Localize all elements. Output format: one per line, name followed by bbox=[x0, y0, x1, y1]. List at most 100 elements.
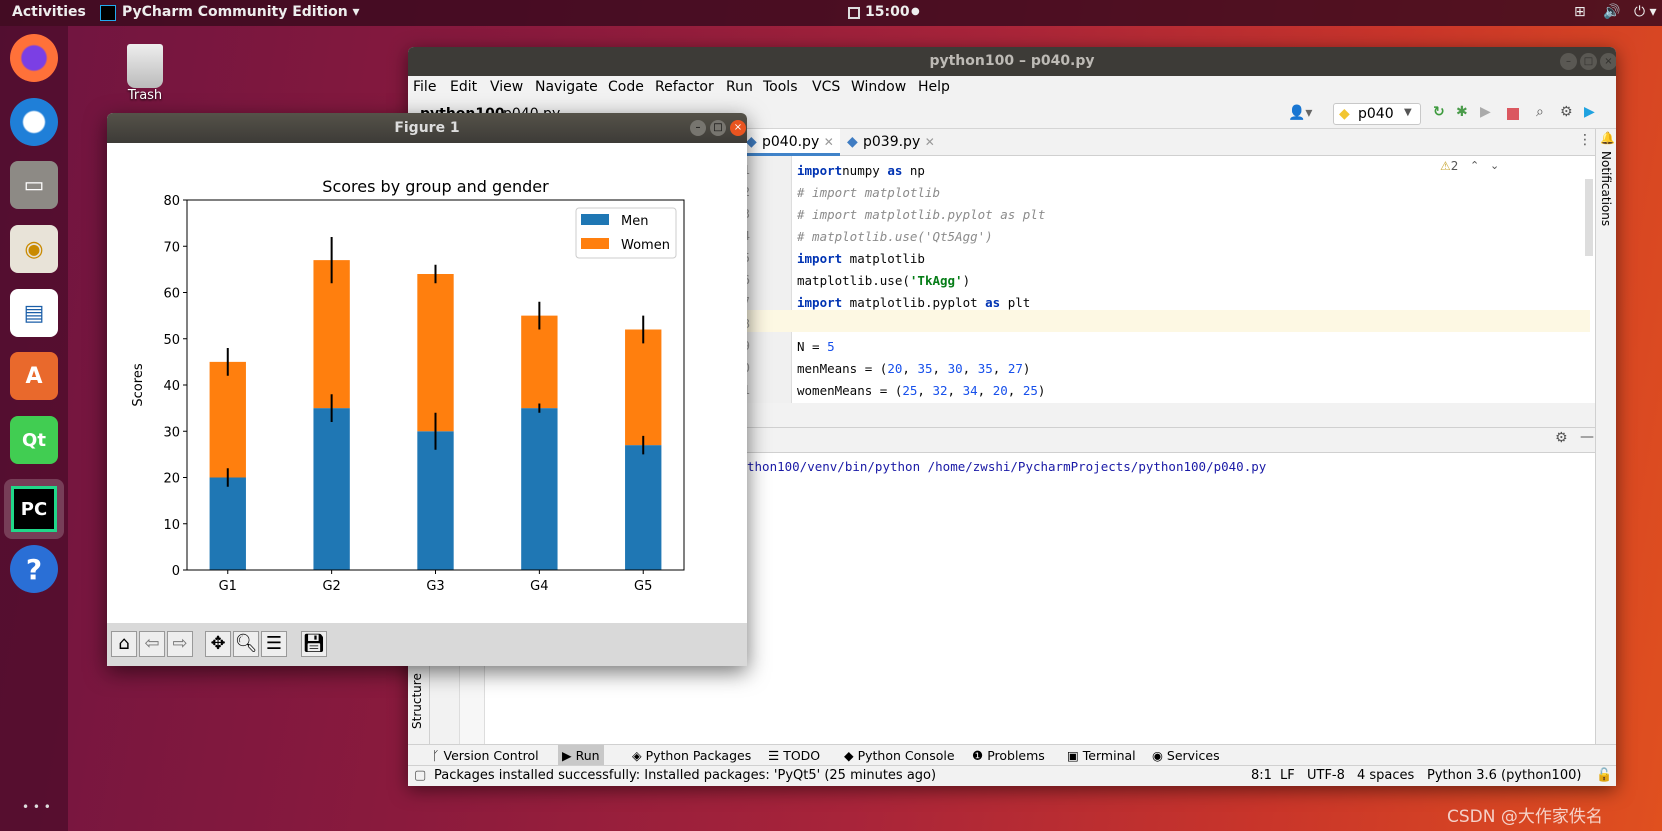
code-token: 25 bbox=[1022, 383, 1038, 398]
notifications-bell-icon[interactable]: 🔔 bbox=[1600, 131, 1615, 145]
dock: ▭ ◉ ▤ A Qt PC ? • • • bbox=[0, 26, 68, 831]
menu-vcs[interactable]: VCS bbox=[812, 79, 840, 95]
menu-view[interactable]: View bbox=[490, 79, 523, 95]
status-toggle-icon[interactable]: ▢ bbox=[414, 768, 426, 783]
tab-p039[interactable]: ◆ p039.py ✕ bbox=[843, 129, 941, 156]
hide-panel-icon[interactable]: — bbox=[1580, 429, 1594, 445]
menu-run[interactable]: Run bbox=[726, 79, 753, 95]
clock[interactable]: 15:00 bbox=[865, 4, 910, 20]
caret-position[interactable]: 8:1 bbox=[1251, 768, 1272, 783]
code-token: 35 bbox=[917, 361, 933, 376]
menu-window[interactable]: Window bbox=[851, 79, 906, 95]
firefox-icon[interactable] bbox=[10, 34, 58, 82]
x-tick-label: G5 bbox=[634, 579, 652, 594]
menu-help[interactable]: Help bbox=[918, 79, 950, 95]
status-message[interactable]: Packages installed successfully: Install… bbox=[434, 768, 936, 783]
maximize-button[interactable]: □ bbox=[710, 120, 726, 136]
interpreter-selector[interactable]: Python 3.6 (python100) bbox=[1427, 768, 1581, 783]
next-highlight-icon[interactable]: ⌄ bbox=[1490, 159, 1499, 172]
file-encoding[interactable]: UTF-8 bbox=[1307, 768, 1345, 783]
rerun-icon[interactable]: ↻ bbox=[1433, 104, 1445, 120]
power-icon[interactable]: ⏻ ▾ bbox=[1634, 4, 1657, 20]
close-tab-icon[interactable]: ✕ bbox=[824, 135, 834, 149]
tool-run[interactable]: ▶ Run bbox=[558, 745, 604, 766]
qt-creator-icon[interactable]: Qt bbox=[10, 416, 58, 464]
ubuntu-software-icon[interactable]: A bbox=[10, 352, 58, 400]
close-button[interactable]: × bbox=[1600, 53, 1616, 70]
libreoffice-impress-icon[interactable]: ▤ bbox=[10, 289, 58, 337]
menu-navigate[interactable]: Navigate bbox=[535, 79, 598, 95]
files-icon[interactable]: ▭ bbox=[10, 161, 58, 209]
tool-version-control[interactable]: ᚴ Version Control bbox=[428, 745, 543, 766]
search-icon[interactable]: ⌕ bbox=[1536, 104, 1544, 120]
stop-icon[interactable] bbox=[1507, 108, 1519, 120]
volume-icon[interactable]: 🔊 bbox=[1603, 4, 1620, 20]
close-button[interactable]: × bbox=[730, 120, 746, 136]
code-line: import matplotlib bbox=[797, 248, 925, 270]
pan-icon[interactable]: ✥ bbox=[205, 631, 231, 657]
network-icon[interactable]: ⊞ bbox=[1574, 4, 1586, 20]
run-config-select[interactable]: ◆ p040 ▼ bbox=[1333, 103, 1421, 125]
app-menu[interactable]: PyCharm Community Edition ▾ bbox=[122, 4, 360, 20]
forward-icon[interactable]: ⇨ bbox=[167, 631, 193, 657]
help-icon[interactable]: ? bbox=[10, 545, 58, 593]
thunderbird-icon[interactable] bbox=[10, 98, 58, 146]
menu-edit[interactable]: Edit bbox=[450, 79, 477, 95]
menu-code[interactable]: Code bbox=[608, 79, 644, 95]
line-separator[interactable]: LF bbox=[1280, 768, 1295, 783]
tool-problems[interactable]: ❶ Problems bbox=[968, 745, 1049, 766]
menu-refactor[interactable]: Refactor bbox=[655, 79, 714, 95]
tool-python-packages[interactable]: ◈ Python Packages bbox=[628, 745, 755, 766]
home-icon[interactable]: ⌂ bbox=[111, 631, 137, 657]
code-token: ) bbox=[962, 273, 971, 288]
y-tick-label: 50 bbox=[163, 333, 180, 348]
code-token: matplotlib.pyplot bbox=[842, 295, 986, 310]
warning-icon[interactable]: ⚠2 bbox=[1440, 159, 1458, 173]
activities-button[interactable]: Activities bbox=[12, 4, 86, 20]
tool-python-console[interactable]: ◆ Python Console bbox=[840, 745, 959, 766]
code-line: # matplotlib.use('Qt5Agg') bbox=[797, 226, 993, 248]
save-icon[interactable]: 💾︎ bbox=[301, 631, 327, 657]
tool-terminal[interactable]: ▣ Terminal bbox=[1063, 745, 1140, 766]
prev-highlight-icon[interactable]: ⌃ bbox=[1470, 159, 1479, 172]
tool-todo[interactable]: ☰ TODO bbox=[764, 745, 824, 766]
editor-scrollbar[interactable] bbox=[1585, 179, 1593, 256]
settings-icon[interactable]: ⚙ bbox=[1555, 430, 1568, 446]
code-token: , bbox=[1007, 383, 1023, 398]
maximize-button[interactable]: □ bbox=[1580, 53, 1597, 70]
structure-tool-button[interactable]: Structure bbox=[410, 673, 424, 729]
tab-p040[interactable]: ◆ p040.py ✕ bbox=[742, 129, 840, 156]
trash-desktop-item[interactable]: Trash bbox=[110, 44, 180, 103]
jetbrains-toolbox-icon[interactable]: ▶ bbox=[1584, 104, 1595, 120]
chart-title: Scores by group and gender bbox=[322, 177, 549, 196]
indent-setting[interactable]: 4 spaces bbox=[1357, 768, 1414, 783]
show-apps-icon[interactable]: • • • bbox=[22, 800, 51, 814]
code-token: matplotlib bbox=[842, 251, 925, 266]
code-token: , bbox=[947, 383, 963, 398]
lock-icon[interactable]: 🔓 bbox=[1596, 768, 1612, 783]
pycharm-dock-item[interactable]: PC bbox=[4, 479, 64, 539]
minimize-button[interactable]: – bbox=[1560, 53, 1577, 70]
code-token: 35 bbox=[977, 361, 993, 376]
y-tick-label: 40 bbox=[163, 379, 180, 394]
debug-icon[interactable]: ✱ bbox=[1456, 104, 1468, 120]
back-icon[interactable]: ⇦ bbox=[139, 631, 165, 657]
menu-tools[interactable]: Tools bbox=[763, 79, 798, 95]
rhythmbox-icon[interactable]: ◉ bbox=[10, 225, 58, 273]
minimize-button[interactable]: – bbox=[690, 120, 706, 136]
account-icon[interactable]: 👤▾ bbox=[1288, 105, 1312, 121]
code-line: N = 5 bbox=[797, 336, 835, 358]
tool-services[interactable]: ◉ Services bbox=[1148, 745, 1224, 766]
app-menu-label: PyCharm Community Edition bbox=[122, 4, 348, 20]
code-line: import matplotlib.pyplot as plt bbox=[797, 292, 1030, 314]
configure-subplots-icon[interactable]: ☰ bbox=[261, 631, 287, 657]
tab-options-icon[interactable]: ⋮ bbox=[1578, 132, 1592, 148]
coverage-icon[interactable]: ▶ bbox=[1480, 104, 1491, 120]
code-token: , bbox=[977, 383, 993, 398]
zoom-icon[interactable]: 🔍︎ bbox=[233, 631, 259, 657]
y-tick-label: 60 bbox=[163, 287, 180, 302]
close-tab-icon[interactable]: ✕ bbox=[925, 135, 935, 149]
notifications-tool-button[interactable]: Notifications bbox=[1599, 151, 1613, 226]
gear-icon[interactable]: ⚙ bbox=[1560, 104, 1573, 120]
menu-file[interactable]: File bbox=[413, 79, 436, 95]
